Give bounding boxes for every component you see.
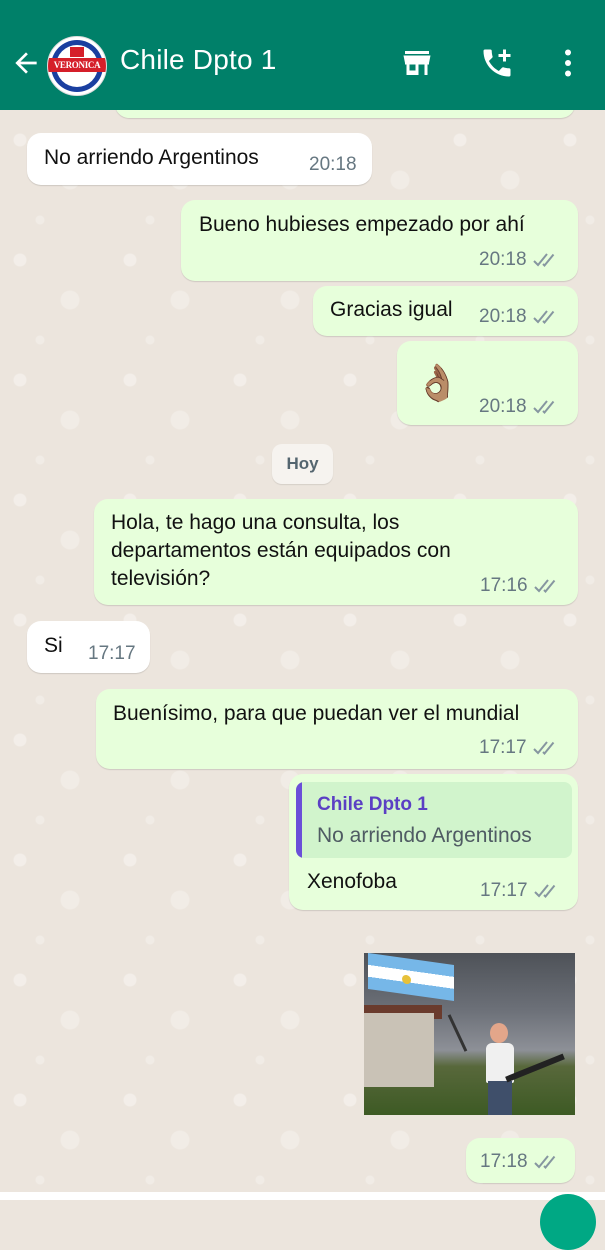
date-separator: Hoy: [272, 444, 333, 484]
add-call-icon[interactable]: [479, 45, 515, 81]
message-incoming[interactable]: Si 17:17: [27, 621, 150, 673]
avatar[interactable]: VERONICA: [47, 36, 107, 96]
chat-header: VERONICA Chile Dpto 1: [0, 0, 605, 110]
house-shape: [364, 1013, 434, 1087]
message-outgoing[interactable]: Gracias igual 20:18: [313, 286, 578, 336]
more-vert-icon[interactable]: [550, 45, 586, 81]
message-outgoing-emoji[interactable]: 👌🏽 20:18: [397, 341, 578, 425]
message-image[interactable]: [364, 953, 575, 1115]
person-head-shape: [490, 1023, 508, 1043]
message-text: No arriendo Argentinos: [44, 146, 259, 169]
message-time: 20:18: [309, 154, 357, 175]
quote-author: Chile Dpto 1: [317, 794, 428, 815]
quoted-message[interactable]: Chile Dpto 1 No arriendo Argentinos: [296, 782, 572, 858]
message-meta: 17:16: [480, 575, 562, 597]
person-legs-shape: [488, 1081, 512, 1115]
message-text: Bueno hubieses empezado por ahí: [199, 213, 525, 236]
message-text-line-1: Hola, te hago una consulta, los: [111, 511, 400, 534]
message-input-bar[interactable]: [0, 1192, 605, 1200]
message-text: Si: [44, 634, 63, 657]
mic-button[interactable]: [540, 1194, 596, 1250]
message-outgoing[interactable]: Hola, te hago una consulta, los departam…: [94, 499, 578, 605]
message-outgoing-timestamp[interactable]: 17:18: [466, 1138, 575, 1183]
quote-accent-bar: [296, 782, 302, 858]
message-time: 17:17: [480, 880, 528, 901]
message-meta: 20:18: [479, 249, 561, 271]
message-meta: 20:18: [479, 306, 561, 328]
store-icon[interactable]: [399, 45, 435, 81]
flag-sun-shape: [402, 974, 411, 985]
message-meta: 17:17: [479, 737, 561, 759]
message-time: 17:17: [479, 737, 527, 758]
message-meta: 20:18: [479, 396, 561, 418]
message-meta: 17:18: [480, 1151, 562, 1173]
double-check-icon: [532, 310, 554, 324]
message-time: 17:18: [480, 1151, 528, 1172]
message-emoji: 👌🏽: [415, 362, 460, 403]
message-text: Xenofoba: [307, 870, 397, 893]
message-text: Buenísimo, para que puedan ver el mundia…: [113, 702, 520, 725]
message-meta: 17:17: [480, 880, 562, 902]
double-check-icon: [533, 1155, 555, 1169]
message-text-line-2: departamentos están equipados con: [111, 539, 451, 562]
message-time: 17:17: [88, 643, 136, 664]
message-outgoing[interactable]: Bueno hubieses empezado por ahí 20:18: [181, 200, 578, 281]
chat-title[interactable]: Chile Dpto 1: [120, 44, 276, 76]
double-check-icon: [533, 579, 555, 593]
message-outgoing[interactable]: Buenísimo, para que puedan ver el mundia…: [96, 689, 578, 769]
avatar-brand-text: VERONICA: [48, 58, 106, 72]
message-time: 20:18: [479, 396, 527, 417]
message-time: 17:16: [480, 575, 528, 596]
message-text-line-3: televisión?: [111, 567, 211, 590]
quote-text: No arriendo Argentinos: [317, 824, 532, 847]
avatar-house-shape: [70, 47, 84, 57]
back-arrow-icon[interactable]: [10, 47, 42, 79]
message-time: 20:18: [479, 249, 527, 270]
double-check-icon: [532, 400, 554, 414]
double-check-icon: [532, 253, 554, 267]
double-check-icon: [532, 741, 554, 755]
rifle-shape: [505, 1053, 565, 1083]
message-incoming[interactable]: No arriendo Argentinos 20:18: [27, 133, 372, 185]
flag-pole-shape: [447, 1014, 468, 1052]
message-text: Gracias igual: [330, 298, 453, 321]
argentina-flag-shape: [368, 953, 454, 1002]
double-check-icon: [533, 884, 555, 898]
message-time: 20:18: [479, 306, 527, 327]
